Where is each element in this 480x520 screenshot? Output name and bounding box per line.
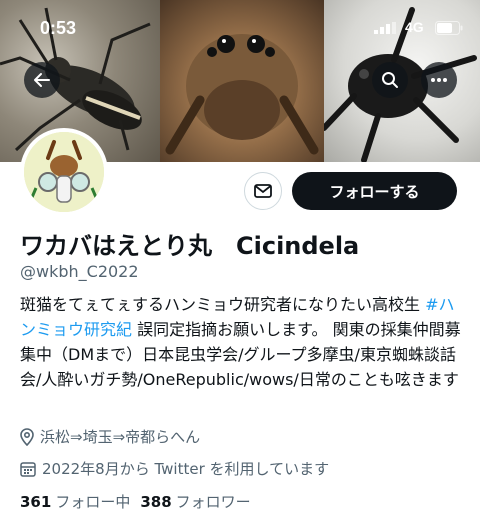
followers-count: 388: [140, 493, 172, 511]
follow-stats: 361 フォロー中 388 フォロワー: [20, 491, 251, 512]
user-handle: @wkbh_C2022: [20, 262, 139, 281]
more-icon: [431, 78, 447, 82]
calendar-icon: [20, 461, 36, 477]
following-count: 361: [20, 493, 52, 511]
bio-text: 斑猫をてぇてぇするハンミョウ研究者になりたい高校生: [20, 295, 426, 314]
search-button[interactable]: [372, 62, 408, 98]
status-bar: 0:53 4G: [0, 0, 480, 50]
follow-button[interactable]: フォローする: [292, 172, 457, 210]
joined-text: 2022年8月から Twitter を利用しています: [42, 460, 330, 478]
arrow-left-icon: [34, 73, 50, 87]
more-options-button[interactable]: [421, 62, 457, 98]
status-time: 0:53: [40, 18, 77, 38]
message-button[interactable]: [244, 172, 282, 210]
profile-location: 浜松⇒埼玉⇒帝都らへん: [20, 426, 200, 447]
followers-link[interactable]: 388 フォロワー: [140, 493, 250, 511]
following-label: フォロー中: [55, 493, 131, 511]
profile-bio: 斑猫をてぇてぇするハンミョウ研究者になりたい高校生 #ハンミョウ研究紀 誤同定指…: [20, 292, 468, 392]
display-name: ワカバはえとり丸 Cicindela: [20, 232, 360, 260]
network-type: 4G: [405, 19, 424, 35]
search-icon: [382, 72, 398, 88]
profile-joined-date: 2022年8月から Twitter を利用しています: [20, 458, 329, 479]
back-button[interactable]: [24, 62, 60, 98]
avatar-illustration: [24, 132, 104, 212]
location-text: 浜松⇒埼玉⇒帝都らへん: [40, 428, 201, 446]
avatar[interactable]: [20, 128, 108, 216]
envelope-icon: [254, 184, 272, 198]
followers-label: フォロワー: [175, 493, 251, 511]
battery-icon: [435, 21, 463, 35]
location-pin-icon: [20, 427, 34, 446]
signal-icon: [374, 22, 396, 34]
following-link[interactable]: 361 フォロー中: [20, 493, 130, 511]
